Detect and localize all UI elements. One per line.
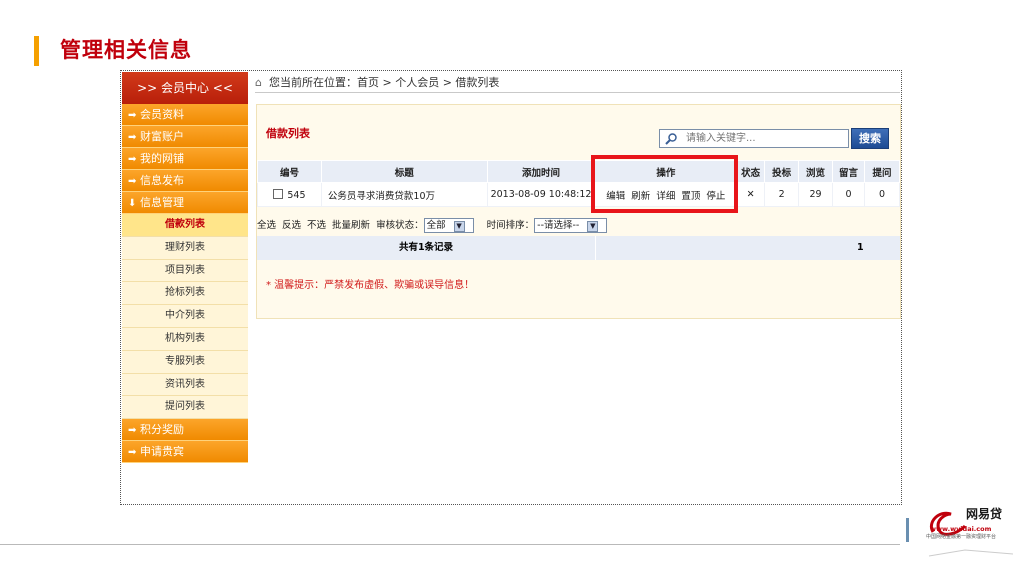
logo-slogan: 中国网络金融第一融资理财平台 xyxy=(926,534,997,540)
col-header-id: 编号 xyxy=(257,160,322,183)
highlight-box xyxy=(591,155,738,213)
col-header-messages: 留言 xyxy=(832,160,865,183)
col-header-status: 状态 xyxy=(736,160,766,183)
sidebar-subitem-news-list[interactable]: 资讯列表 xyxy=(122,373,248,397)
batch-refresh-link[interactable]: 批量刷新 xyxy=(332,220,370,231)
review-status-label: 审核状态： xyxy=(376,220,424,231)
select-none-link[interactable]: 不选 xyxy=(307,220,326,231)
cell-title[interactable]: 公务员寻求消费贷款10万 xyxy=(320,182,488,207)
sidebar-subitem-question-list[interactable]: 提问列表 xyxy=(122,396,248,420)
arrow-right-icon: ➡ xyxy=(128,154,137,165)
col-header-views: 浏览 xyxy=(798,160,834,183)
bulk-action-bar: 全选 反选 不选 批量刷新 审核状态： 全部 ▼ 时间排序： --请选择-- ▼ xyxy=(257,215,900,237)
sidebar-header[interactable]: >> 会员中心 << xyxy=(122,72,248,104)
slide-title: 管理相关信息 xyxy=(60,38,192,62)
table-header-row: 编号 标题 添加时间 操作 状态 投标 浏览 留言 提问 xyxy=(257,160,901,183)
time-sort-select[interactable]: --请选择-- ▼ xyxy=(534,218,608,233)
breadcrumb: ⌂ 您当前所在位置：首页 > 个人会员 > 借款列表 xyxy=(255,73,900,93)
sidebar-item-my-shop[interactable]: ➡ 我的网铺 xyxy=(122,148,248,170)
sidebar-subitem-bid-list[interactable]: 抢标列表 xyxy=(122,282,248,306)
footer-accent xyxy=(906,518,909,542)
col-header-bids: 投标 xyxy=(764,160,800,183)
sidebar-item-publish[interactable]: ➡ 信息发布 xyxy=(122,170,248,192)
sidebar-item-profile[interactable]: ➡ 会员资料 xyxy=(122,104,248,126)
cell-id: 545 xyxy=(257,182,322,207)
record-count: 共有1条记录 xyxy=(398,242,454,253)
search-input[interactable] xyxy=(686,131,846,146)
row-checkbox[interactable] xyxy=(273,188,284,199)
sidebar-item-label: 申请贵宾 xyxy=(140,445,184,459)
review-status-value: 全部 xyxy=(426,220,446,231)
cell-questions: 0 xyxy=(863,182,901,207)
select-all-link[interactable]: 全选 xyxy=(257,220,276,231)
arrow-right-icon: ➡ xyxy=(128,110,137,121)
sidebar-subitem-loan-list[interactable]: 借款列表 xyxy=(122,214,248,237)
summary-bar: 共有1条记录 1 xyxy=(257,236,900,260)
arrow-right-icon: ➡ xyxy=(128,425,137,437)
cell-views: 29 xyxy=(798,182,834,207)
sidebar-item-info-manage[interactable]: ⬇ 信息管理 xyxy=(122,192,248,214)
invert-selection-link[interactable]: 反选 xyxy=(282,220,301,231)
loan-list-panel: 借款列表 搜索 编号 标题 添加时间 操作 状态 投标 浏览 留言 xyxy=(256,104,901,319)
sidebar-item-label: 积分奖励 xyxy=(140,423,184,437)
sidebar-subitem-project-list[interactable]: 项目列表 xyxy=(122,259,248,283)
page-number[interactable]: 1 xyxy=(857,236,864,260)
cell-time: 2013-08-09 10:48:12 xyxy=(486,182,596,207)
sidebar-item-vip[interactable]: ➡ 申请贵宾 xyxy=(122,441,248,464)
search-icon xyxy=(665,133,677,145)
search-button[interactable]: 搜索 xyxy=(851,128,889,149)
warning-tip: * 温馨提示：严禁发布虚假、欺骗或误导信息！ xyxy=(266,280,475,291)
chevron-down-icon: ▼ xyxy=(587,221,599,232)
footer-divider xyxy=(0,544,900,545)
sidebar-item-label: 会员资料 xyxy=(140,108,184,121)
summary-divider xyxy=(595,236,596,260)
sidebar-subitem-service-list[interactable]: 专服列表 xyxy=(122,350,248,374)
sidebar-subitem-agent-list[interactable]: 中介列表 xyxy=(122,305,248,328)
loan-table: 编号 标题 添加时间 操作 状态 投标 浏览 留言 提问 545 公务员寻求消费… xyxy=(257,160,901,207)
col-header-title: 标题 xyxy=(320,160,488,183)
title-accent-bar xyxy=(34,36,39,66)
arrow-right-icon: ➡ xyxy=(128,176,137,187)
review-status-select[interactable]: 全部 ▼ xyxy=(423,218,474,233)
panel-title: 借款列表 xyxy=(266,127,310,140)
cell-status: ✕ xyxy=(736,182,766,207)
cell-messages: 0 xyxy=(832,182,865,207)
table-row: 545 公务员寻求消费贷款10万 2013-08-09 10:48:12 编辑刷… xyxy=(257,182,901,207)
row-id: 545 xyxy=(287,189,306,201)
arrow-right-icon: ➡ xyxy=(128,447,137,459)
col-header-time: 添加时间 xyxy=(486,160,596,183)
member-sidebar: >> 会员中心 << ➡ 会员资料 ➡ 财富账户 ➡ 我的网铺 ➡ 信息发布 ⬇ 信息管理… xyxy=(122,72,248,504)
sidebar-subitem-org-list[interactable]: 机构列表 xyxy=(122,327,248,351)
sidebar-item-label: 信息发布 xyxy=(140,174,184,187)
time-sort-value: --请选择-- xyxy=(537,220,580,231)
sidebar-item-label: 信息管理 xyxy=(140,196,184,209)
arrow-down-icon: ⬇ xyxy=(128,198,137,209)
sidebar-item-label: 财富账户 xyxy=(140,130,184,143)
breadcrumb-text: 您当前所在位置：首页 > 个人会员 > 借款列表 xyxy=(269,76,500,89)
time-sort-label: 时间排序： xyxy=(486,220,535,231)
sidebar-item-label: 我的网铺 xyxy=(140,152,184,165)
logo-url: www.wyidai.com xyxy=(930,525,992,533)
slide: 管理相关信息 >> 会员中心 << ➡ 会员资料 ➡ 财富账户 ➡ 我的网铺 ➡ 信息发… xyxy=(0,0,1023,575)
home-icon: ⌂ xyxy=(255,76,262,89)
arrow-right-icon: ➡ xyxy=(128,132,137,143)
chevron-down-icon: ▼ xyxy=(453,221,465,232)
sidebar-item-points[interactable]: ➡ 积分奖励 xyxy=(122,419,248,442)
col-header-questions: 提问 xyxy=(863,160,901,183)
search-box xyxy=(659,129,849,148)
sidebar-subitem-finance-list[interactable]: 理财列表 xyxy=(122,236,248,260)
logo-name: 网易贷 xyxy=(966,507,1003,521)
cell-bids: 2 xyxy=(764,182,800,207)
sidebar-item-wealth-account[interactable]: ➡ 财富账户 xyxy=(122,126,248,148)
